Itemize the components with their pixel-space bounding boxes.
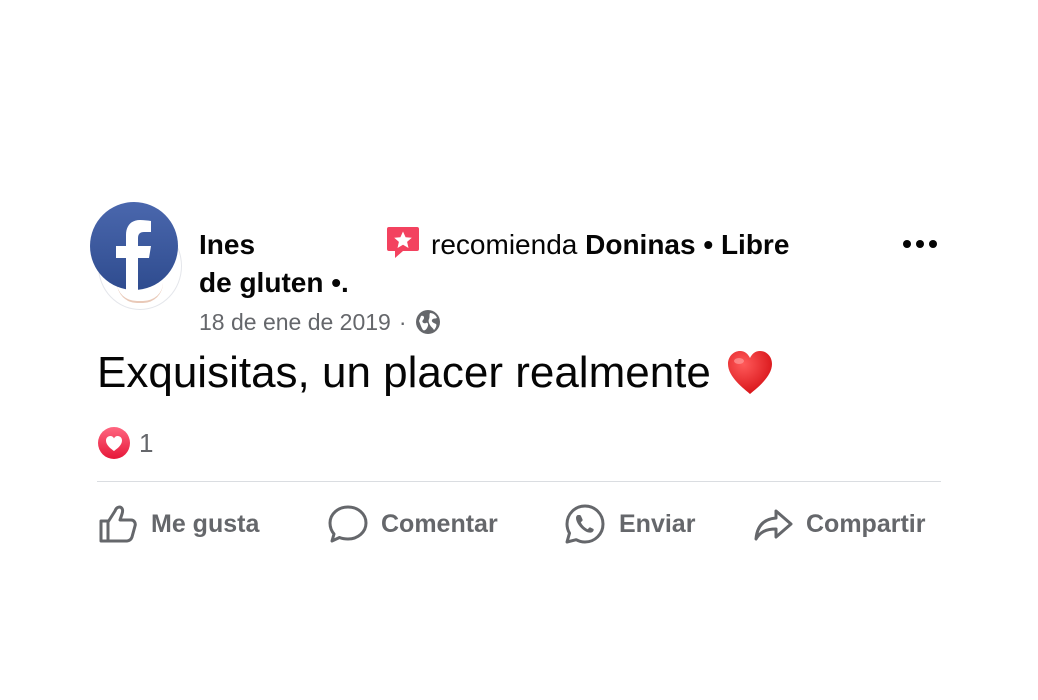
facebook-logo-icon: [90, 202, 178, 290]
page-name-cont[interactable]: de gluten •.: [199, 267, 349, 298]
comment-button[interactable]: Comentar: [327, 500, 498, 548]
whatsapp-icon: [565, 504, 605, 544]
love-reaction-icon: [98, 427, 130, 459]
thumbs-up-icon: [99, 505, 137, 543]
recommend-text: recomienda: [431, 229, 578, 260]
post-card: Ines recomienda Doninas • Libre de glute…: [0, 0, 1038, 700]
comment-bubble-icon: [328, 505, 368, 543]
avatar[interactable]: [90, 202, 182, 310]
divider: [97, 481, 941, 482]
post-body-text: Exquisitas, un placer realmente: [97, 348, 711, 397]
more-options-icon[interactable]: [902, 238, 938, 250]
globe-icon: [415, 310, 440, 334]
page-name[interactable]: Doninas • Libre: [585, 229, 789, 260]
post-header-line2: de gluten •.: [199, 266, 349, 300]
reaction-count: 1: [139, 427, 154, 458]
comment-label: Comentar: [381, 509, 498, 538]
share-label: Compartir: [806, 509, 926, 538]
share-arrow-icon: [754, 509, 793, 541]
like-button[interactable]: Me gusta: [97, 500, 259, 548]
author-name[interactable]: Ines: [199, 229, 255, 260]
share-button[interactable]: Compartir: [752, 500, 925, 548]
recommend-icon: [387, 227, 420, 258]
send-label: Enviar: [619, 509, 696, 538]
post-meta: 18 de ene de 2019 ·: [199, 308, 441, 336]
post-date[interactable]: 18 de ene de 2019: [199, 308, 391, 336]
reactions-summary[interactable]: 1: [97, 426, 153, 460]
like-label: Me gusta: [151, 509, 260, 538]
post-body: Exquisitas, un placer realmente: [97, 346, 775, 400]
heart-emoji-icon: [727, 351, 772, 394]
post-header: Ines recomienda Doninas • Libre: [199, 224, 789, 262]
action-bar: Me gusta Comentar Enviar Compartir: [97, 500, 943, 548]
meta-separator: ·: [398, 309, 407, 335]
send-button[interactable]: Enviar: [563, 500, 695, 548]
